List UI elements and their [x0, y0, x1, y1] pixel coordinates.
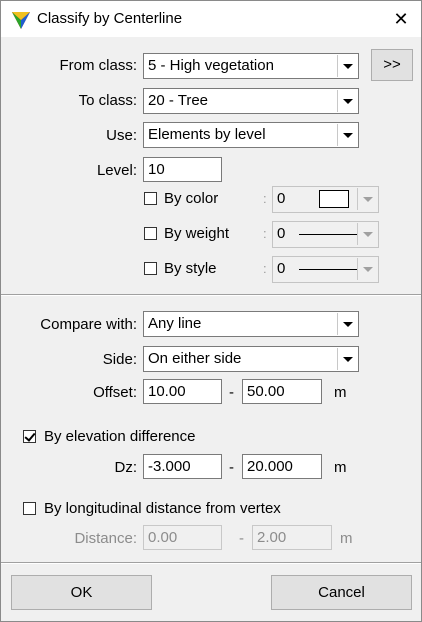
offset-max-input[interactable]: 50.00	[242, 379, 322, 404]
distance-min-input[interactable]: 0.00	[143, 525, 222, 550]
offset-dash: -	[229, 384, 234, 401]
level-label: Level:	[96, 162, 137, 179]
weight-select[interactable]: 0	[272, 221, 379, 248]
by-style-separator: :	[263, 261, 267, 276]
to-class-label: To class:	[78, 92, 137, 109]
by-weight-label: By weight	[164, 225, 230, 242]
dz-max-input[interactable]: 20.000	[242, 454, 322, 479]
longitudinal-distance-checkbox[interactable]	[23, 502, 36, 515]
level-input[interactable]: 10	[143, 157, 222, 182]
by-color-label: By color	[164, 190, 219, 207]
to-class-value: 20 - Tree	[148, 92, 209, 109]
by-style-checkbox[interactable]	[144, 262, 157, 275]
style-line-sample	[299, 269, 357, 270]
compare-with-label: Compare with:	[40, 316, 137, 333]
close-icon[interactable]: ✕	[389, 7, 413, 31]
offset-label: Offset:	[93, 384, 137, 401]
by-color-separator: :	[263, 191, 267, 206]
from-class-select[interactable]: 5 - High vegetation	[143, 53, 359, 79]
color-select[interactable]: 0	[272, 186, 379, 213]
distance-unit: m	[340, 530, 353, 547]
chevron-down-icon	[357, 258, 377, 280]
by-color-checkbox[interactable]	[144, 192, 157, 205]
dz-unit: m	[334, 459, 347, 476]
compare-with-value: Any line	[148, 315, 202, 332]
compare-with-select[interactable]: Any line	[143, 311, 359, 337]
dz-dash: -	[229, 459, 234, 476]
by-weight-separator: :	[263, 226, 267, 241]
distance-label: Distance:	[74, 530, 137, 547]
cancel-button[interactable]: Cancel	[271, 575, 412, 610]
style-value: 0	[277, 260, 286, 277]
style-select[interactable]: 0	[272, 256, 379, 283]
longitudinal-distance-label: By longitudinal distance from vertex	[44, 500, 281, 517]
elevation-difference-checkbox[interactable]	[23, 430, 36, 443]
offset-min-input[interactable]: 10.00	[143, 379, 222, 404]
use-value: Elements by level	[148, 126, 266, 143]
footer-divider	[1, 562, 421, 564]
from-class-label: From class:	[59, 57, 137, 74]
chevron-down-icon	[337, 348, 357, 370]
ok-button[interactable]: OK	[11, 575, 152, 610]
classify-by-centerline-dialog: Classify by Centerline ✕ From class: 5 -…	[0, 0, 422, 622]
by-style-label: By style	[164, 260, 217, 277]
chevron-down-icon	[337, 90, 357, 112]
dz-min-input[interactable]: -3.000	[143, 454, 222, 479]
section-divider	[1, 294, 421, 296]
elevation-difference-label: By elevation difference	[44, 428, 196, 445]
color-value: 0	[277, 190, 286, 207]
more-classes-button[interactable]: >>	[371, 49, 413, 81]
chevron-down-icon	[337, 313, 357, 335]
weight-line-sample	[299, 234, 357, 235]
side-select[interactable]: On either side	[143, 346, 359, 372]
distance-max-input[interactable]: 2.00	[252, 525, 332, 550]
weight-value: 0	[277, 225, 286, 242]
side-value: On either side	[148, 350, 242, 367]
chevron-down-icon	[357, 188, 377, 210]
from-class-value: 5 - High vegetation	[148, 57, 274, 74]
color-swatch	[319, 190, 349, 208]
dz-label: Dz:	[114, 459, 138, 476]
distance-dash: -	[239, 530, 244, 547]
window-title: Classify by Centerline	[37, 10, 183, 27]
chevron-down-icon	[337, 55, 357, 77]
app-icon	[12, 12, 30, 29]
use-select[interactable]: Elements by level	[143, 122, 359, 148]
use-label: Use:	[106, 127, 137, 144]
chevron-down-icon	[357, 223, 377, 245]
side-label: Side:	[102, 351, 137, 368]
to-class-select[interactable]: 20 - Tree	[143, 88, 359, 114]
chevron-down-icon	[337, 124, 357, 146]
title-bar: Classify by Centerline ✕	[1, 1, 421, 37]
offset-unit: m	[334, 384, 347, 401]
by-weight-checkbox[interactable]	[144, 227, 157, 240]
